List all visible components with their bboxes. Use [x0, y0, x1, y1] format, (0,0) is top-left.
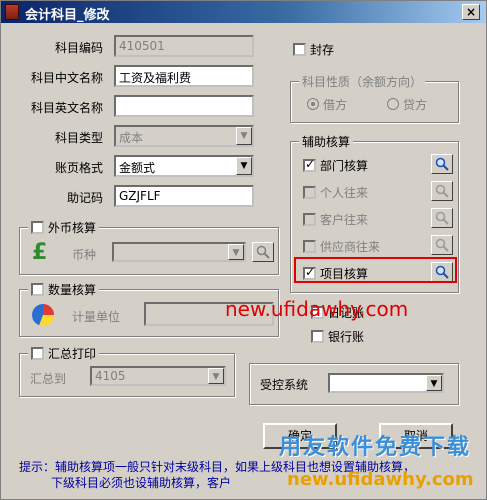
- cn-name-field[interactable]: 工资及福利费: [114, 65, 254, 87]
- code-field: 410501: [114, 35, 254, 57]
- summary-check[interactable]: [31, 347, 44, 360]
- aux-item-label: 供应商往来: [320, 240, 381, 254]
- controlled-label: 受控系统: [260, 378, 309, 392]
- debit-radio: 借方: [307, 96, 347, 113]
- en-name-label: 科目英文名称: [30, 101, 103, 115]
- foreign-title-wrap[interactable]: 外币核算: [28, 219, 100, 236]
- close-button[interactable]: ×: [462, 4, 480, 20]
- window-title: 会计科目_修改: [25, 8, 110, 23]
- account-edit-dialog: 会计科目_修改 × 科目编码 410501 科目中文名称 工资及福利费 科目英文…: [0, 0, 487, 500]
- chevron-down-icon: ▼: [208, 368, 224, 384]
- search-icon: [435, 157, 449, 171]
- code-label: 科目编码: [54, 41, 103, 55]
- aux-item[interactable]: 部门核算: [303, 157, 368, 174]
- aux-item-label: 个人往来: [320, 186, 369, 200]
- credit-radio-dot: [387, 98, 399, 110]
- summary-to-value: 4105: [95, 369, 126, 383]
- summary-to-select: 4105 ▼: [90, 366, 226, 386]
- app-icon: [5, 4, 19, 20]
- foreign-title: 外币核算: [48, 221, 97, 235]
- seal-check[interactable]: [293, 43, 306, 56]
- aux-item-check[interactable]: [303, 157, 316, 172]
- chevron-down-icon: ▼: [236, 127, 252, 145]
- seal-checkbox[interactable]: 封存: [293, 41, 334, 58]
- format-select[interactable]: 金额式 ▼: [114, 155, 254, 177]
- aux-item-check: [303, 213, 316, 226]
- type-value: 成本: [119, 131, 144, 145]
- quantity-title-wrap[interactable]: 数量核算: [28, 281, 100, 298]
- watermark-brand: 用友软件免费下载: [279, 435, 472, 460]
- mnemonic-field[interactable]: GZJFLF: [114, 185, 254, 207]
- bank-journal-checkbox[interactable]: 银行账: [311, 328, 364, 345]
- foreign-group: 外币核算 £ 币种 ▼: [19, 219, 279, 275]
- credit-radio: 贷方: [387, 96, 427, 113]
- aux-item-search-button: [431, 235, 453, 255]
- chevron-down-icon[interactable]: ▼: [236, 157, 252, 175]
- search-icon: [435, 238, 449, 252]
- watermark-url: new.ufidawhy.com: [225, 297, 409, 321]
- debit-label: 借方: [323, 98, 348, 112]
- credit-label: 贷方: [403, 98, 428, 112]
- aux-item-check: [303, 186, 316, 199]
- aux-item: 个人往来: [303, 184, 368, 201]
- nature-title: 科目性质（余额方向）: [299, 73, 426, 90]
- aux-item: 供应商往来: [303, 238, 380, 255]
- aux-item-search-button: [431, 181, 453, 201]
- bank-journal-label: 银行账: [328, 330, 365, 344]
- chevron-down-icon: ▼: [228, 244, 244, 260]
- format-value: 金额式: [119, 161, 156, 175]
- project-highlight-box: [294, 257, 457, 283]
- bank-journal-check[interactable]: [311, 330, 324, 343]
- summary-to-label: 汇总到: [30, 372, 67, 386]
- search-icon: [435, 184, 449, 198]
- aux-item-label: 部门核算: [320, 159, 369, 173]
- title-bar[interactable]: 会计科目_修改 ×: [1, 1, 486, 23]
- aux-title: 辅助核算: [299, 133, 354, 150]
- watermark-url-2: new.ufidawhy.com: [287, 469, 474, 490]
- aux-item-search-button[interactable]: [431, 154, 453, 174]
- aux-item: 客户往来: [303, 211, 368, 228]
- type-label: 科目类型: [54, 131, 103, 145]
- nature-group: 科目性质（余额方向） 借方 贷方: [290, 73, 459, 123]
- search-icon: [435, 211, 449, 225]
- en-name-field[interactable]: [114, 95, 254, 117]
- summary-title-wrap[interactable]: 汇总打印: [28, 345, 100, 362]
- search-icon: [256, 245, 270, 259]
- seal-label: 封存: [310, 43, 335, 57]
- chevron-down-icon[interactable]: ▼: [426, 375, 442, 391]
- quantity-check[interactable]: [31, 283, 44, 296]
- foreign-check[interactable]: [31, 221, 44, 234]
- unit-label: 计量单位: [72, 310, 121, 324]
- summary-title: 汇总打印: [48, 347, 97, 361]
- aux-item-check: [303, 240, 316, 253]
- type-select: 成本 ▼: [114, 125, 254, 147]
- quantity-title: 数量核算: [48, 283, 97, 297]
- currency-icon: £: [32, 240, 48, 265]
- summary-group: 汇总打印 汇总到 4105 ▼: [19, 345, 235, 397]
- mnemonic-label: 助记码: [66, 191, 103, 205]
- aux-item-search-button: [431, 208, 453, 228]
- controlled-group: 受控系统 ▼: [249, 363, 459, 405]
- currency-label: 币种: [72, 248, 97, 262]
- aux-item-label: 客户往来: [320, 213, 369, 227]
- debit-radio-dot: [307, 98, 319, 110]
- cn-name-label: 科目中文名称: [30, 71, 103, 85]
- pie-chart-icon: [32, 304, 55, 327]
- currency-search-button: [252, 242, 274, 262]
- controlled-select[interactable]: ▼: [328, 373, 444, 393]
- currency-select: ▼: [112, 242, 246, 262]
- format-label: 账页格式: [54, 161, 103, 175]
